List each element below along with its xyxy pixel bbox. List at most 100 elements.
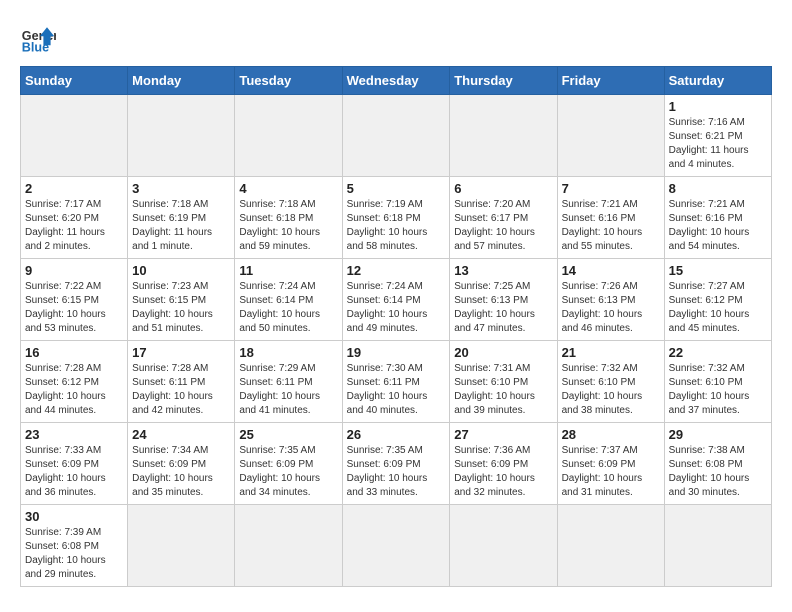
calendar-cell: 1 Sunrise: 7:16 AM Sunset: 6:21 PM Daylig… [664, 95, 771, 177]
day-number: 4 [239, 181, 337, 196]
day-info: Sunrise: 7:29 AM Sunset: 6:11 PM Dayligh… [239, 362, 337, 418]
day-info: Sunrise: 7:20 AM Sunset: 6:17 PM Dayligh… [454, 198, 552, 254]
day-number: 2 [25, 181, 123, 196]
calendar-cell [557, 95, 664, 177]
day-number: 28 [562, 427, 660, 442]
page-header: General Blue [20, 20, 772, 56]
day-number: 18 [239, 345, 337, 360]
day-number: 6 [454, 181, 552, 196]
day-info: Sunrise: 7:25 AM Sunset: 6:13 PM Dayligh… [454, 280, 552, 336]
day-info: Sunrise: 7:32 AM Sunset: 6:10 PM Dayligh… [562, 362, 660, 418]
calendar-cell: 4 Sunrise: 7:18 AM Sunset: 6:18 PM Daylig… [235, 177, 342, 259]
calendar-cell: 17 Sunrise: 7:28 AM Sunset: 6:11 PM Dayli… [128, 341, 235, 423]
weekday-thursday: Thursday [450, 67, 557, 95]
calendar-cell: 23 Sunrise: 7:33 AM Sunset: 6:09 PM Dayli… [21, 423, 128, 505]
calendar-cell: 28Sunrise: 7:37 AM Sunset: 6:09 PM Dayli… [557, 423, 664, 505]
calendar-cell [342, 505, 450, 587]
calendar-cell: 16 Sunrise: 7:28 AM Sunset: 6:12 PM Dayli… [21, 341, 128, 423]
day-number: 19 [347, 345, 446, 360]
weekday-wednesday: Wednesday [342, 67, 450, 95]
day-info: Sunrise: 7:36 AM Sunset: 6:09 PM Dayligh… [454, 444, 552, 500]
calendar-cell: 29 Sunrise: 7:38 AM Sunset: 6:08 PM Dayli… [664, 423, 771, 505]
weekday-header-row: SundayMondayTuesdayWednesdayThursdayFrid… [21, 67, 772, 95]
calendar-cell: 14Sunrise: 7:26 AM Sunset: 6:13 PM Dayli… [557, 259, 664, 341]
calendar-cell: 26 Sunrise: 7:35 AM Sunset: 6:09 PM Dayli… [342, 423, 450, 505]
calendar-cell: 12Sunrise: 7:24 AM Sunset: 6:14 PM Dayli… [342, 259, 450, 341]
day-info: Sunrise: 7:18 AM Sunset: 6:18 PM Dayligh… [239, 198, 337, 254]
day-info: Sunrise: 7:21 AM Sunset: 6:16 PM Dayligh… [562, 198, 660, 254]
day-info: Sunrise: 7:32 AM Sunset: 6:10 PM Dayligh… [669, 362, 767, 418]
calendar-cell: 27Sunrise: 7:36 AM Sunset: 6:09 PM Dayli… [450, 423, 557, 505]
calendar-cell: 10Sunrise: 7:23 AM Sunset: 6:15 PM Dayli… [128, 259, 235, 341]
day-info: Sunrise: 7:31 AM Sunset: 6:10 PM Dayligh… [454, 362, 552, 418]
logo-icon: General Blue [20, 20, 56, 56]
day-number: 16 [25, 345, 123, 360]
calendar-cell [235, 505, 342, 587]
week-row-4: 16 Sunrise: 7:28 AM Sunset: 6:12 PM Dayli… [21, 341, 772, 423]
day-number: 22 [669, 345, 767, 360]
calendar-cell: 30Sunrise: 7:39 AM Sunset: 6:08 PM Dayli… [21, 505, 128, 587]
calendar-cell: 21 Sunrise: 7:32 AM Sunset: 6:10 PM Dayli… [557, 341, 664, 423]
day-number: 29 [669, 427, 767, 442]
day-info: Sunrise: 7:16 AM Sunset: 6:21 PM Dayligh… [669, 116, 767, 172]
day-info: Sunrise: 7:22 AM Sunset: 6:15 PM Dayligh… [25, 280, 123, 336]
weekday-friday: Friday [557, 67, 664, 95]
day-info: Sunrise: 7:28 AM Sunset: 6:12 PM Dayligh… [25, 362, 123, 418]
day-number: 24 [132, 427, 230, 442]
calendar-cell: 25 Sunrise: 7:35 AM Sunset: 6:09 PM Dayli… [235, 423, 342, 505]
calendar-cell [450, 505, 557, 587]
day-number: 7 [562, 181, 660, 196]
day-info: Sunrise: 7:35 AM Sunset: 6:09 PM Dayligh… [239, 444, 337, 500]
day-number: 26 [347, 427, 446, 442]
day-info: Sunrise: 7:30 AM Sunset: 6:11 PM Dayligh… [347, 362, 446, 418]
weekday-sunday: Sunday [21, 67, 128, 95]
day-number: 25 [239, 427, 337, 442]
day-info: Sunrise: 7:33 AM Sunset: 6:09 PM Dayligh… [25, 444, 123, 500]
day-number: 1 [669, 99, 767, 114]
calendar-cell: 7 Sunrise: 7:21 AM Sunset: 6:16 PM Daylig… [557, 177, 664, 259]
calendar-cell [664, 505, 771, 587]
calendar-cell: 13 Sunrise: 7:25 AM Sunset: 6:13 PM Dayli… [450, 259, 557, 341]
week-row-6: 30Sunrise: 7:39 AM Sunset: 6:08 PM Dayli… [21, 505, 772, 587]
day-number: 12 [347, 263, 446, 278]
day-info: Sunrise: 7:38 AM Sunset: 6:08 PM Dayligh… [669, 444, 767, 500]
calendar-cell [128, 505, 235, 587]
calendar-cell: 3Sunrise: 7:18 AM Sunset: 6:19 PM Daylig… [128, 177, 235, 259]
day-info: Sunrise: 7:18 AM Sunset: 6:19 PM Dayligh… [132, 198, 230, 254]
calendar-cell: 11Sunrise: 7:24 AM Sunset: 6:14 PM Dayli… [235, 259, 342, 341]
calendar-table: SundayMondayTuesdayWednesdayThursdayFrid… [20, 66, 772, 587]
calendar-cell: 20Sunrise: 7:31 AM Sunset: 6:10 PM Dayli… [450, 341, 557, 423]
calendar-cell: 5 Sunrise: 7:19 AM Sunset: 6:18 PM Daylig… [342, 177, 450, 259]
calendar-cell [128, 95, 235, 177]
day-number: 5 [347, 181, 446, 196]
weekday-saturday: Saturday [664, 67, 771, 95]
day-number: 13 [454, 263, 552, 278]
calendar-cell: 8Sunrise: 7:21 AM Sunset: 6:16 PM Daylig… [664, 177, 771, 259]
day-info: Sunrise: 7:19 AM Sunset: 6:18 PM Dayligh… [347, 198, 446, 254]
day-info: Sunrise: 7:17 AM Sunset: 6:20 PM Dayligh… [25, 198, 123, 254]
weekday-monday: Monday [128, 67, 235, 95]
day-number: 9 [25, 263, 123, 278]
day-number: 21 [562, 345, 660, 360]
day-number: 17 [132, 345, 230, 360]
calendar-cell [450, 95, 557, 177]
calendar-cell [342, 95, 450, 177]
day-info: Sunrise: 7:27 AM Sunset: 6:12 PM Dayligh… [669, 280, 767, 336]
week-row-2: 2 Sunrise: 7:17 AM Sunset: 6:20 PM Daylig… [21, 177, 772, 259]
day-info: Sunrise: 7:34 AM Sunset: 6:09 PM Dayligh… [132, 444, 230, 500]
day-info: Sunrise: 7:28 AM Sunset: 6:11 PM Dayligh… [132, 362, 230, 418]
day-number: 30 [25, 509, 123, 524]
weekday-tuesday: Tuesday [235, 67, 342, 95]
calendar-cell [557, 505, 664, 587]
day-info: Sunrise: 7:35 AM Sunset: 6:09 PM Dayligh… [347, 444, 446, 500]
calendar-cell: 19 Sunrise: 7:30 AM Sunset: 6:11 PM Dayli… [342, 341, 450, 423]
day-number: 23 [25, 427, 123, 442]
logo: General Blue [20, 20, 56, 56]
week-row-3: 9 Sunrise: 7:22 AM Sunset: 6:15 PM Daylig… [21, 259, 772, 341]
calendar-cell: 15Sunrise: 7:27 AM Sunset: 6:12 PM Dayli… [664, 259, 771, 341]
day-number: 8 [669, 181, 767, 196]
calendar-cell: 22 Sunrise: 7:32 AM Sunset: 6:10 PM Dayli… [664, 341, 771, 423]
calendar-cell: 6 Sunrise: 7:20 AM Sunset: 6:17 PM Daylig… [450, 177, 557, 259]
day-info: Sunrise: 7:24 AM Sunset: 6:14 PM Dayligh… [239, 280, 337, 336]
calendar-cell [21, 95, 128, 177]
